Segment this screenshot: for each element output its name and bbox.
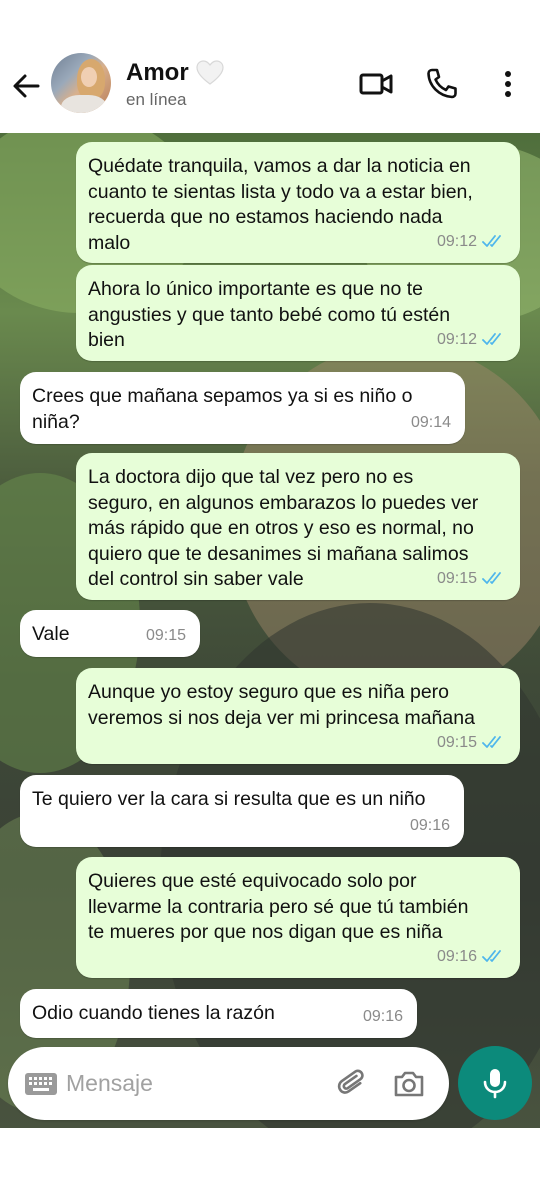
message-bubble-outgoing[interactable]: Aunque yo estoy seguro que es niña pero …: [76, 668, 520, 764]
message-time: 09:16: [436, 947, 477, 965]
voice-message-button[interactable]: [458, 1046, 532, 1120]
message-composer[interactable]: Mensaje: [8, 1047, 449, 1120]
chat-header: Amor en línea: [0, 0, 540, 133]
read-ticks-icon: [482, 950, 501, 963]
video-call-icon[interactable]: [358, 66, 394, 102]
message-time: 09:12: [436, 330, 477, 348]
attach-icon[interactable]: [336, 1067, 370, 1101]
message-bubble-outgoing[interactable]: Quédate tranquila, vamos a dar la notici…: [76, 142, 520, 263]
message-time: 09:16: [409, 816, 450, 834]
contact-name-row[interactable]: Amor: [126, 58, 225, 88]
phone-icon[interactable]: [424, 66, 460, 102]
message-time: 09:16: [362, 1007, 403, 1025]
read-ticks-icon: [482, 333, 501, 346]
more-vert-icon[interactable]: [490, 66, 526, 102]
message-text: Crees que mañana sepamos ya si es niño o…: [32, 385, 413, 433]
message-bubble-incoming[interactable]: Crees que mañana sepamos ya si es niño o…: [20, 372, 465, 444]
message-text: Odio cuando tienes la razón: [32, 1002, 275, 1024]
message-time: 09:15: [436, 569, 477, 587]
message-bubble-outgoing[interactable]: Quieres que esté equivocado solo por lle…: [76, 857, 520, 978]
read-ticks-icon: [482, 235, 501, 248]
chat-area[interactable]: Quédate tranquila, vamos a dar la notici…: [0, 133, 540, 1128]
back-arrow-icon[interactable]: [10, 70, 42, 102]
message-bubble-incoming[interactable]: Te quiero ver la cara si resulta que es …: [20, 775, 464, 847]
message-time: 09:15: [436, 733, 477, 751]
message-bubble-outgoing[interactable]: La doctora dijo que tal vez pero no es s…: [76, 453, 520, 600]
contact-name: Amor: [126, 59, 189, 86]
contact-status: en línea: [126, 90, 187, 109]
message-text: Te quiero ver la cara si resulta que es …: [32, 788, 426, 810]
message-bubble-outgoing[interactable]: Ahora lo único importante es que no te a…: [76, 265, 520, 361]
message-time: 09:12: [436, 232, 477, 250]
message-bubble-incoming[interactable]: Vale 09:15: [20, 610, 200, 657]
read-ticks-icon: [482, 572, 501, 585]
message-text: Quieres que esté equivocado solo por lle…: [88, 870, 469, 943]
message-input[interactable]: Mensaje: [66, 1070, 153, 1097]
bottom-spacer: [0, 1128, 540, 1200]
message-time: 09:15: [145, 626, 186, 644]
message-bubble-incoming[interactable]: Odio cuando tienes la razón 09:16: [20, 989, 417, 1038]
white-heart-icon: [196, 60, 224, 85]
camera-icon[interactable]: [392, 1067, 426, 1101]
message-time: 09:14: [410, 413, 451, 431]
read-ticks-icon: [482, 736, 501, 749]
keyboard-icon[interactable]: [24, 1071, 58, 1097]
message-text: Aunque yo estoy seguro que es niña pero …: [88, 681, 475, 729]
contact-avatar[interactable]: [51, 53, 111, 113]
mic-icon: [483, 1069, 507, 1099]
